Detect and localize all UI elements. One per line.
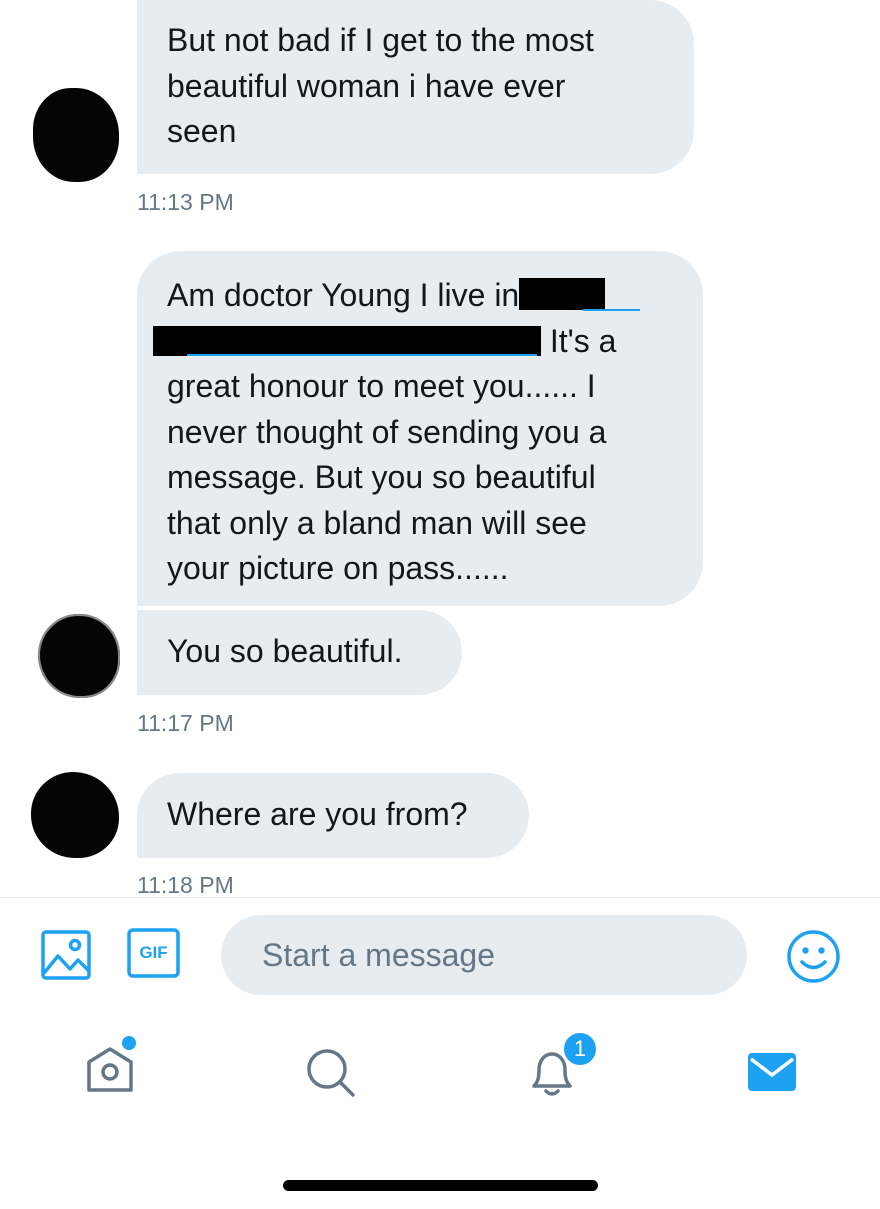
message-line: It's a	[153, 319, 673, 365]
message-line: your picture on pass......	[167, 550, 509, 586]
link-underline	[583, 309, 640, 311]
message-line: seen	[167, 113, 237, 149]
message-bubble: Am doctor Young I live in It's a great h…	[137, 251, 703, 606]
message-timestamp: 11:13 PM	[137, 189, 234, 215]
message-line: never thought of sending you a	[167, 413, 607, 450]
message-bubble: Where are you from?	[137, 773, 529, 858]
search-icon[interactable]	[305, 1047, 357, 1099]
message-line: But not bad if I get to the most	[167, 22, 594, 58]
message-bubble: But not bad if I get to the most beautif…	[137, 0, 694, 174]
home-new-indicator	[122, 1036, 136, 1050]
notifications-badge: 1	[561, 1030, 599, 1068]
message-text: Am doctor Young I live in	[167, 277, 520, 313]
message-text: Where are you from?	[167, 796, 468, 832]
message-input-placeholder: Start a message	[262, 937, 495, 973]
home-icon[interactable]	[83, 1042, 137, 1096]
sender-avatar[interactable]	[38, 614, 120, 698]
message-input[interactable]: Start a message	[221, 915, 747, 995]
message-bubble: You so beautiful.	[137, 610, 462, 695]
message-line: beautiful woman i have ever	[167, 67, 566, 104]
message-line: great honour to meet you...... I	[167, 368, 596, 404]
home-indicator	[283, 1180, 598, 1191]
messages-icon[interactable]	[747, 1049, 797, 1095]
message-line: that only a bland man will see	[167, 504, 587, 541]
redacted-text	[519, 278, 606, 310]
redacted-text	[153, 325, 541, 356]
message-line: message. But you so beautiful	[167, 459, 596, 495]
sender-avatar[interactable]	[33, 88, 119, 182]
composer-divider	[0, 897, 880, 898]
link-underline	[187, 354, 537, 356]
gif-label: GIF	[139, 943, 168, 962]
emoji-icon[interactable]	[786, 929, 841, 984]
image-icon[interactable]	[40, 929, 92, 981]
message-line: Am doctor Young I live in	[167, 273, 673, 319]
gif-icon[interactable]: GIF	[127, 928, 180, 978]
message-text: You so beautiful.	[167, 633, 403, 669]
message-timestamp: 11:18 PM	[137, 872, 234, 898]
sender-avatar[interactable]	[31, 772, 119, 858]
message-timestamp: 11:17 PM	[137, 710, 234, 736]
message-text: It's a	[541, 322, 617, 359]
